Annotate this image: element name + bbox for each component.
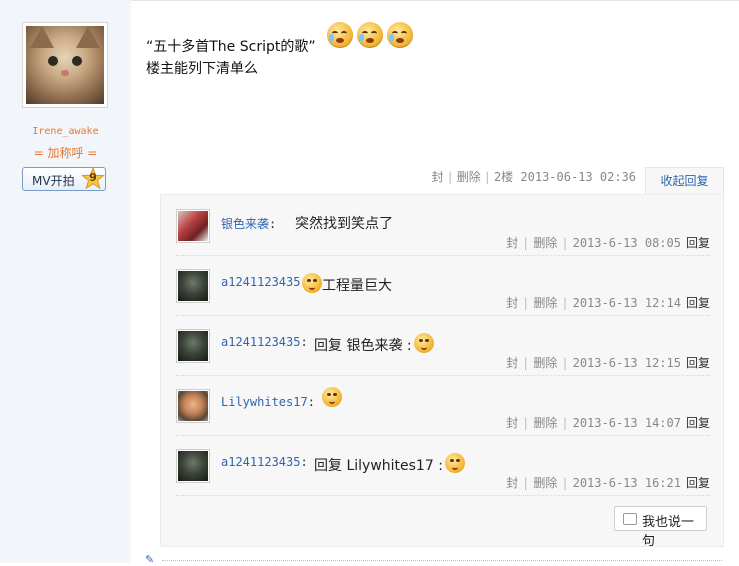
avatar[interactable] bbox=[176, 329, 210, 363]
sweating-face-icon bbox=[413, 333, 434, 353]
list-item: a1241123435: 回复 银色来袭 : 封 | 删除 | 2013-6-13 12… bbox=[176, 315, 710, 376]
delete-link[interactable]: 删除 bbox=[533, 476, 557, 490]
delete-link[interactable]: 删除 bbox=[457, 170, 481, 184]
reply-text: 工程量巨大 bbox=[322, 278, 392, 294]
kitten-avatar-image bbox=[26, 26, 104, 104]
collapse-replies-button[interactable]: 收起回复 bbox=[645, 167, 724, 194]
block-link[interactable]: 封 bbox=[506, 296, 518, 310]
post-content: “五十多首The Script的歌” 楼主能列下清单么 bbox=[146, 36, 316, 80]
reply-text: 回复 银色来袭 : bbox=[314, 338, 412, 354]
reply-username[interactable]: 银色来袭 bbox=[221, 217, 269, 231]
reply-text: 突然找到笑点了 bbox=[295, 216, 393, 232]
author-nickname: = 加称呼 = bbox=[33, 146, 98, 160]
pencil-icon: ✎ bbox=[145, 553, 155, 566]
reply-link[interactable]: 回复 bbox=[686, 236, 710, 250]
post-meta: 封 | 删除 | 2楼 2013-06-13 02:36 bbox=[431, 170, 636, 184]
delete-link[interactable]: 删除 bbox=[533, 236, 557, 250]
reply-time: 2013-6-13 14:07 bbox=[572, 416, 681, 430]
list-item: 银色来袭: 突然找到笑点了 封 | 删除 | 2013-6-13 08:05 回复 bbox=[176, 195, 710, 256]
avatar[interactable] bbox=[176, 269, 210, 303]
reply-text: 回复 Lilywhites17 : bbox=[314, 458, 443, 474]
delete-link[interactable]: 删除 bbox=[533, 296, 557, 310]
block-link[interactable]: 封 bbox=[506, 236, 518, 250]
badge-label: MV开拍 bbox=[32, 174, 75, 188]
post-time: 2013-06-13 02:36 bbox=[520, 170, 636, 184]
comment-icon bbox=[623, 513, 637, 525]
list-item: a1241123435: 工程量巨大 封|删除|2013-6-13 12:14回… bbox=[176, 255, 710, 316]
reply-link[interactable]: 回复 bbox=[686, 356, 710, 370]
reply-username[interactable]: a1241123435 bbox=[221, 275, 300, 289]
block-link[interactable]: 封 bbox=[431, 170, 443, 184]
crying-face-icon bbox=[327, 22, 353, 48]
say-something-button[interactable]: 我也说一句 bbox=[614, 506, 707, 549]
badge-level: 9 bbox=[89, 171, 97, 184]
reply-list: 银色来袭: 突然找到笑点了 封 | 删除 | 2013-6-13 08:05 回复 a12… bbox=[160, 194, 724, 547]
reply-time: 2013-6-13 16:21 bbox=[572, 476, 681, 490]
say-something-label: 我也说一句 bbox=[642, 515, 695, 549]
list-item: a1241123435: 回复 Lilywhites17 : 封 | 删除 | 2013… bbox=[176, 435, 710, 496]
delete-link[interactable]: 删除 bbox=[533, 356, 557, 370]
crying-face-icon bbox=[322, 387, 342, 407]
block-link[interactable]: 封 bbox=[506, 476, 518, 490]
dotted-divider bbox=[162, 560, 722, 561]
avatar[interactable] bbox=[176, 209, 210, 243]
floor-number: 2楼 bbox=[493, 170, 514, 184]
reply-time: 2013-6-13 12:15 bbox=[572, 356, 681, 370]
list-item: Lilywhites17: 封 | 删除 | 2013-6-13 14:07 回复 bbox=[176, 375, 710, 436]
delete-link[interactable]: 删除 bbox=[533, 416, 557, 430]
top-divider bbox=[131, 0, 739, 1]
avatar[interactable] bbox=[176, 449, 210, 483]
smiling-face-icon bbox=[444, 453, 465, 473]
reply-time: 2013-6-13 12:14 bbox=[572, 296, 681, 310]
reply-time: 2013-6-13 08:05 bbox=[572, 236, 681, 250]
reply-username[interactable]: Lilywhites17 bbox=[221, 395, 308, 409]
reply-link[interactable]: 回复 bbox=[686, 416, 710, 430]
author-avatar[interactable] bbox=[22, 22, 108, 108]
reply-link[interactable]: 回复 bbox=[686, 476, 710, 490]
member-badge[interactable]: MV开拍 9 bbox=[22, 167, 106, 191]
crying-face-icon bbox=[357, 22, 383, 48]
block-link[interactable]: 封 bbox=[506, 356, 518, 370]
post-line-1: “五十多首The Script的歌” bbox=[146, 39, 316, 55]
block-link[interactable]: 封 bbox=[506, 416, 518, 430]
reply-username[interactable]: a1241123435 bbox=[221, 455, 300, 469]
crying-face-icon bbox=[387, 22, 413, 48]
avatar[interactable] bbox=[176, 389, 210, 423]
sweating-face-icon bbox=[302, 273, 322, 293]
reply-link[interactable]: 回复 bbox=[686, 296, 710, 310]
author-username[interactable]: Irene_awake bbox=[0, 126, 131, 137]
reply-username[interactable]: a1241123435 bbox=[221, 335, 300, 349]
post-line-2: 楼主能列下清单么 bbox=[146, 61, 258, 77]
